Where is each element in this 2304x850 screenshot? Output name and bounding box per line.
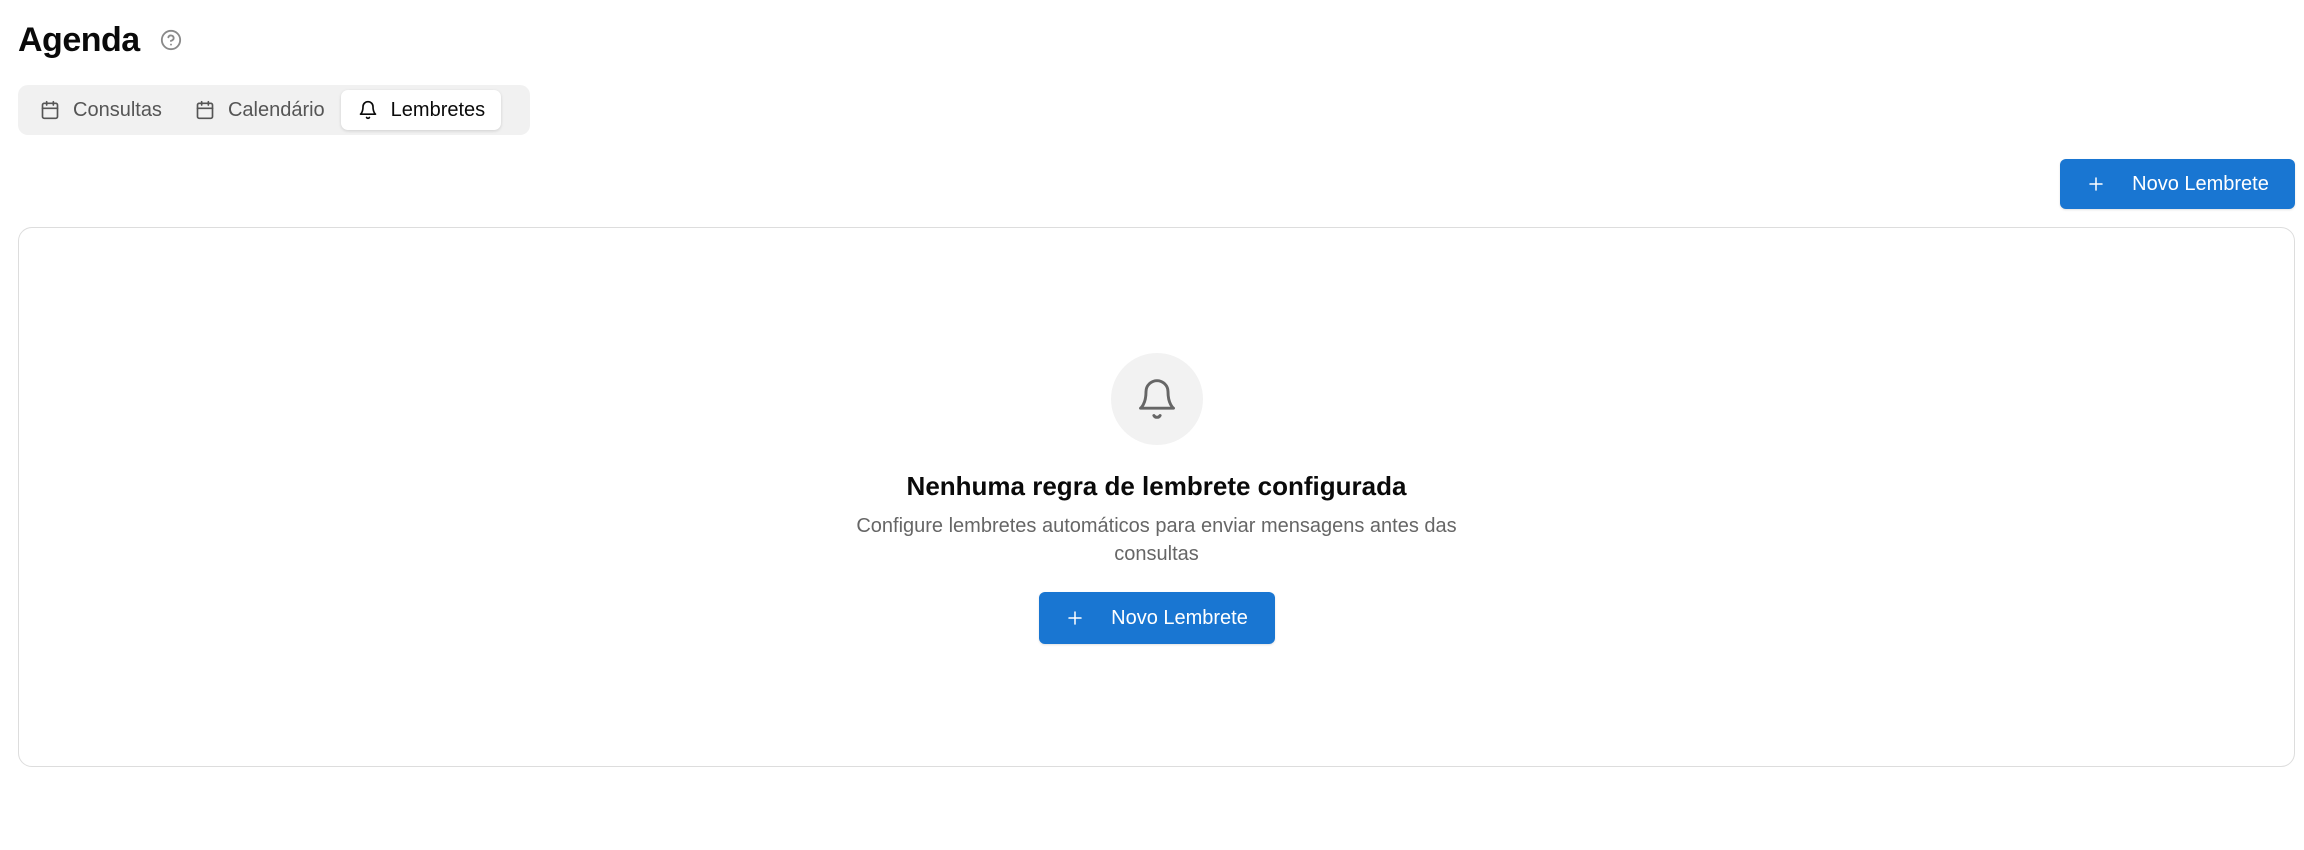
- new-reminder-button[interactable]: Novo Lembrete: [2060, 159, 2295, 209]
- tab-label: Consultas: [73, 98, 162, 121]
- plus-icon: [1065, 608, 1085, 628]
- calendar-icon: [194, 99, 216, 121]
- empty-state-new-reminder-button[interactable]: Novo Lembrete: [1038, 592, 1275, 644]
- bell-icon: [1135, 377, 1179, 421]
- empty-state-description: Configure lembretes automáticos para env…: [856, 515, 1457, 565]
- bell-icon: [357, 99, 379, 121]
- tab-calendario[interactable]: Calendário: [178, 90, 341, 130]
- page: Agenda Consultas Calendário Lembretes No…: [0, 0, 2304, 850]
- reminders-card: Nenhuma regra de lembrete configurada Co…: [18, 227, 2295, 767]
- calendar-icon: [39, 99, 61, 121]
- empty-state: Nenhuma regra de lembrete configurada Co…: [19, 353, 2294, 644]
- page-title: Agenda: [18, 20, 140, 59]
- tab-list: Consultas Calendário Lembretes: [18, 85, 530, 135]
- empty-state-icon-circle: [1110, 353, 1203, 445]
- tab-consultas[interactable]: Consultas: [23, 90, 178, 130]
- tab-label: Calendário: [227, 98, 325, 121]
- tab-lembretes[interactable]: Lembretes: [340, 90, 502, 130]
- button-label: Novo Lembrete: [1111, 606, 1248, 629]
- help-circle-icon[interactable]: [160, 29, 182, 51]
- empty-state-title: Nenhuma regra de lembrete configurada: [906, 471, 1407, 501]
- tab-label: Lembretes: [390, 98, 486, 121]
- button-label: Novo Lembrete: [2132, 172, 2269, 195]
- page-header: Agenda: [18, 16, 182, 64]
- plus-icon: [2086, 174, 2106, 194]
